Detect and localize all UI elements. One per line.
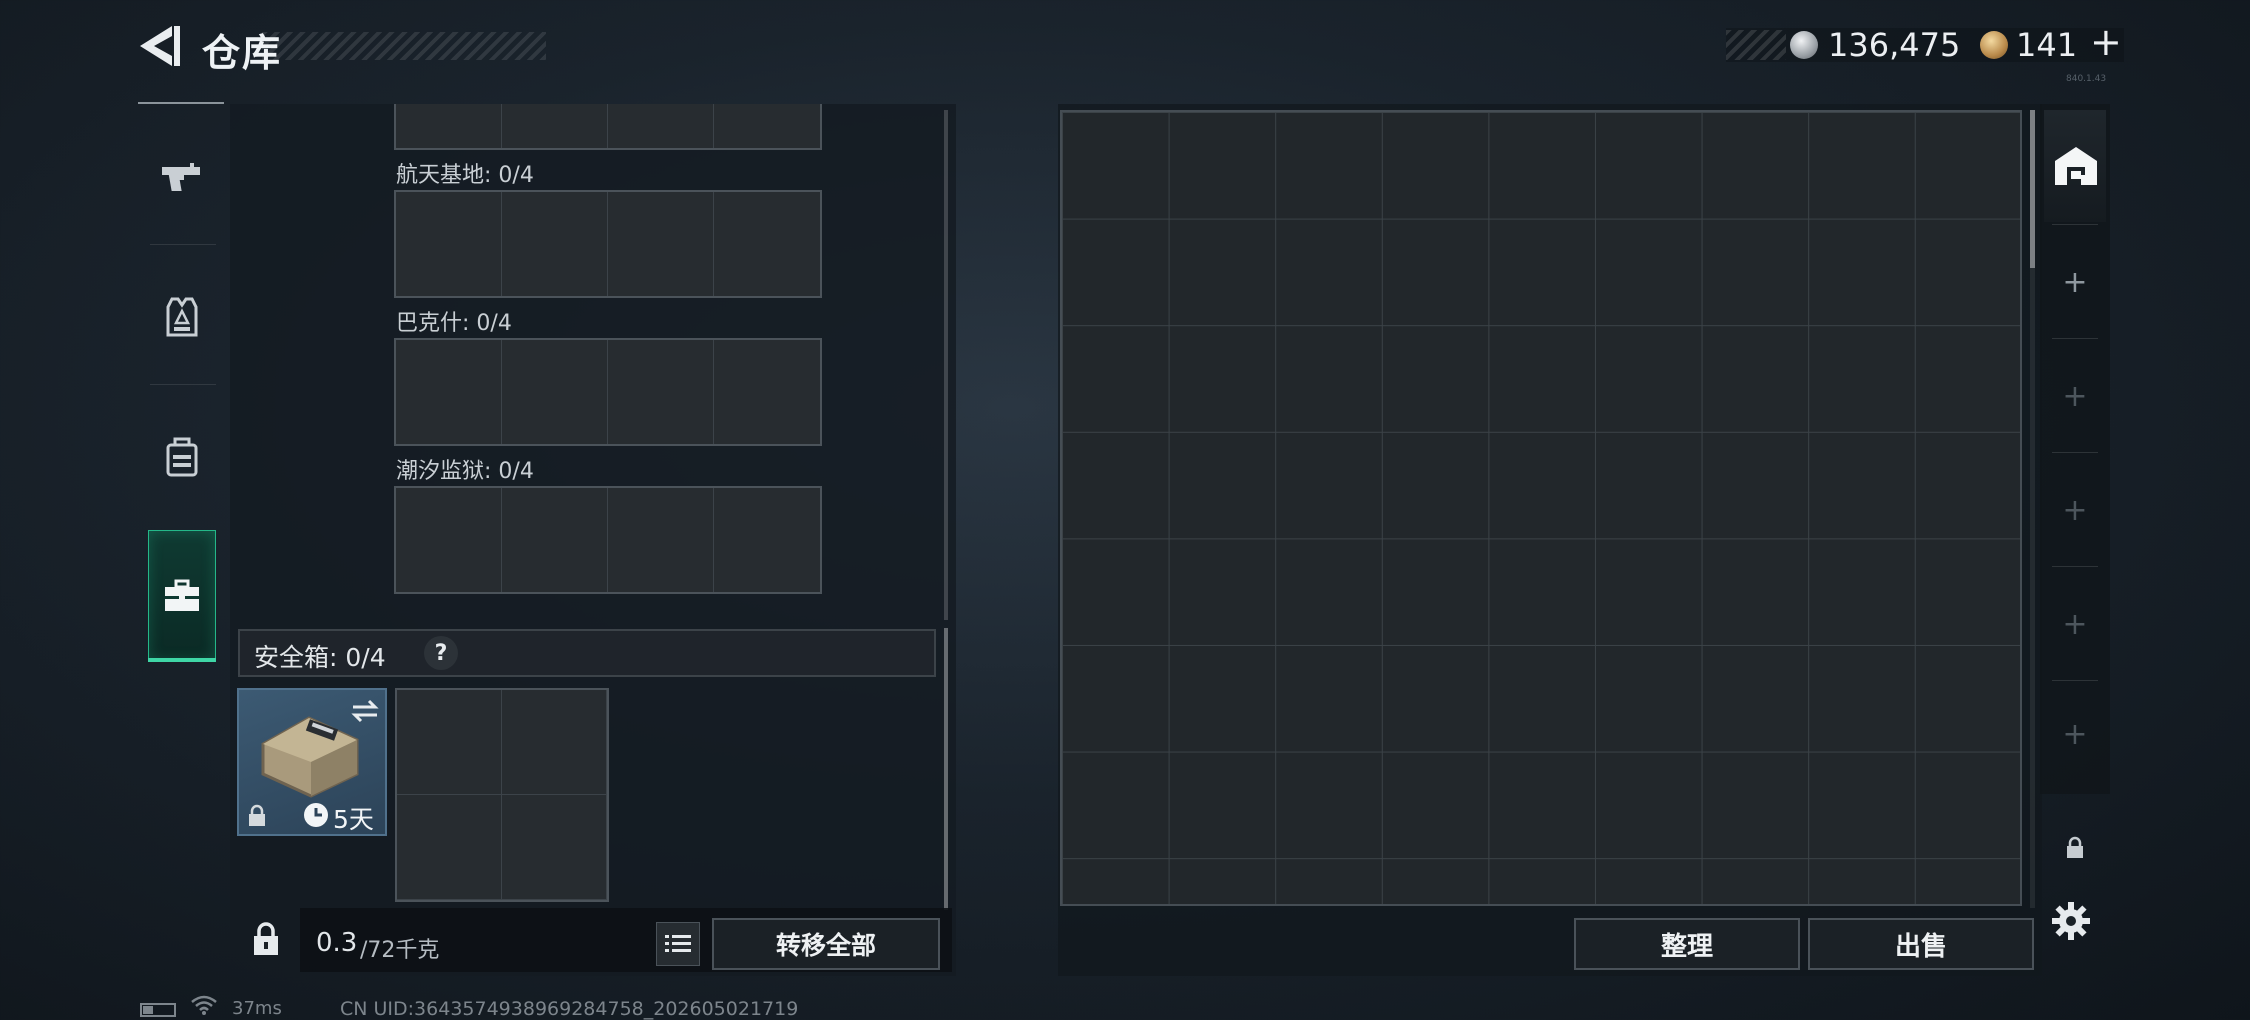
gun-icon bbox=[162, 163, 200, 191]
weight-max: /72千克 bbox=[360, 938, 440, 963]
currency-decoration bbox=[1726, 30, 1786, 60]
tab-separator bbox=[150, 384, 216, 385]
warehouse-grid[interactable] bbox=[1060, 110, 2022, 906]
map-grid-partial[interactable] bbox=[394, 104, 822, 150]
list-view-button[interactable] bbox=[656, 922, 700, 966]
sort-button[interactable]: 整理 bbox=[1574, 918, 1800, 970]
strip-separator bbox=[2052, 566, 2098, 567]
tab-separator bbox=[150, 244, 216, 245]
help-button[interactable]: ? bbox=[424, 636, 458, 670]
tab-weapons[interactable] bbox=[140, 112, 224, 242]
settings-button[interactable] bbox=[2046, 896, 2096, 946]
storage-scrollbar-thumb[interactable] bbox=[944, 628, 948, 910]
tabs-divider bbox=[138, 102, 224, 104]
backpack-icon bbox=[166, 437, 198, 477]
vest-icon bbox=[166, 297, 198, 337]
sell-button[interactable]: 出售 bbox=[1808, 918, 2034, 970]
title-decoration bbox=[262, 32, 546, 60]
silver-coin-icon bbox=[1790, 31, 1818, 59]
briefcase-icon bbox=[165, 579, 199, 611]
safebox-item[interactable]: 5天 bbox=[237, 688, 387, 836]
padlock-icon bbox=[254, 922, 278, 955]
safebox-label: 安全箱: 0/4 bbox=[254, 643, 386, 672]
add-currency-button[interactable]: + bbox=[2090, 20, 2122, 64]
map-label: 巴克什: 0/4 bbox=[396, 311, 512, 336]
warehouse-page-main[interactable] bbox=[2044, 110, 2106, 222]
warehouse-page-add[interactable]: + bbox=[2044, 678, 2106, 790]
lock-icon bbox=[249, 804, 265, 826]
map-grid[interactable] bbox=[394, 190, 822, 298]
warehouse-scrollbar-track[interactable] bbox=[2030, 268, 2035, 908]
strip-separator bbox=[2052, 452, 2098, 453]
swap-icon[interactable] bbox=[349, 698, 381, 724]
lock-icon bbox=[2067, 836, 2083, 858]
version-text: 840.1.43 bbox=[2066, 74, 2107, 84]
plus-icon: + bbox=[2062, 606, 2088, 642]
list-icon bbox=[665, 935, 691, 952]
wifi-icon bbox=[190, 994, 218, 1020]
weight-lock-button[interactable] bbox=[234, 908, 298, 972]
strip-separator bbox=[2052, 224, 2098, 225]
active-tab-indicator bbox=[148, 658, 216, 662]
uid-text: CN UID:3643574938969284758_202605021719 bbox=[340, 998, 799, 1020]
strip-separator bbox=[2052, 338, 2098, 339]
map-label: 航天基地: 0/4 bbox=[396, 163, 534, 188]
back-button[interactable] bbox=[136, 22, 188, 70]
ping-text: 37ms bbox=[232, 998, 282, 1019]
clock-icon bbox=[304, 803, 328, 827]
storage-scrollbar-track[interactable] bbox=[944, 110, 948, 620]
plus-icon: + bbox=[2062, 264, 2088, 300]
warehouse-scrollbar-thumb[interactable] bbox=[2030, 110, 2035, 268]
map-grid[interactable] bbox=[394, 486, 822, 594]
map-label: 潮汐监狱: 0/4 bbox=[396, 459, 534, 484]
gold-coin-icon bbox=[1980, 31, 2008, 59]
warehouse-page-add[interactable]: + bbox=[2044, 568, 2106, 680]
expiry-days: 5天 bbox=[333, 805, 374, 834]
safebox-grid[interactable] bbox=[395, 688, 609, 902]
plus-icon: + bbox=[2062, 378, 2088, 414]
transfer-all-button[interactable]: 转移全部 bbox=[712, 918, 940, 970]
weight-value: 0.3 bbox=[316, 928, 358, 958]
back-arrow-icon bbox=[140, 26, 180, 66]
warehouse-page-add[interactable]: + bbox=[2044, 340, 2106, 452]
battery-level bbox=[143, 1006, 153, 1014]
tab-armor[interactable] bbox=[140, 252, 224, 382]
warehouse-page-add[interactable]: + bbox=[2044, 454, 2106, 566]
warehouse-page-add[interactable]: + bbox=[2044, 226, 2106, 338]
gear-icon bbox=[2052, 902, 2090, 940]
map-grid[interactable] bbox=[394, 338, 822, 446]
gold-currency-value: 141 bbox=[2016, 26, 2078, 64]
silver-currency-value: 136,475 bbox=[1828, 26, 1961, 64]
warehouse-icon bbox=[2055, 147, 2097, 185]
plus-icon: + bbox=[2062, 492, 2088, 528]
warehouse-page-locked[interactable] bbox=[2044, 792, 2106, 904]
plus-icon: + bbox=[2062, 716, 2088, 752]
tab-backpack[interactable] bbox=[140, 392, 224, 522]
tab-safebox[interactable] bbox=[148, 530, 216, 662]
